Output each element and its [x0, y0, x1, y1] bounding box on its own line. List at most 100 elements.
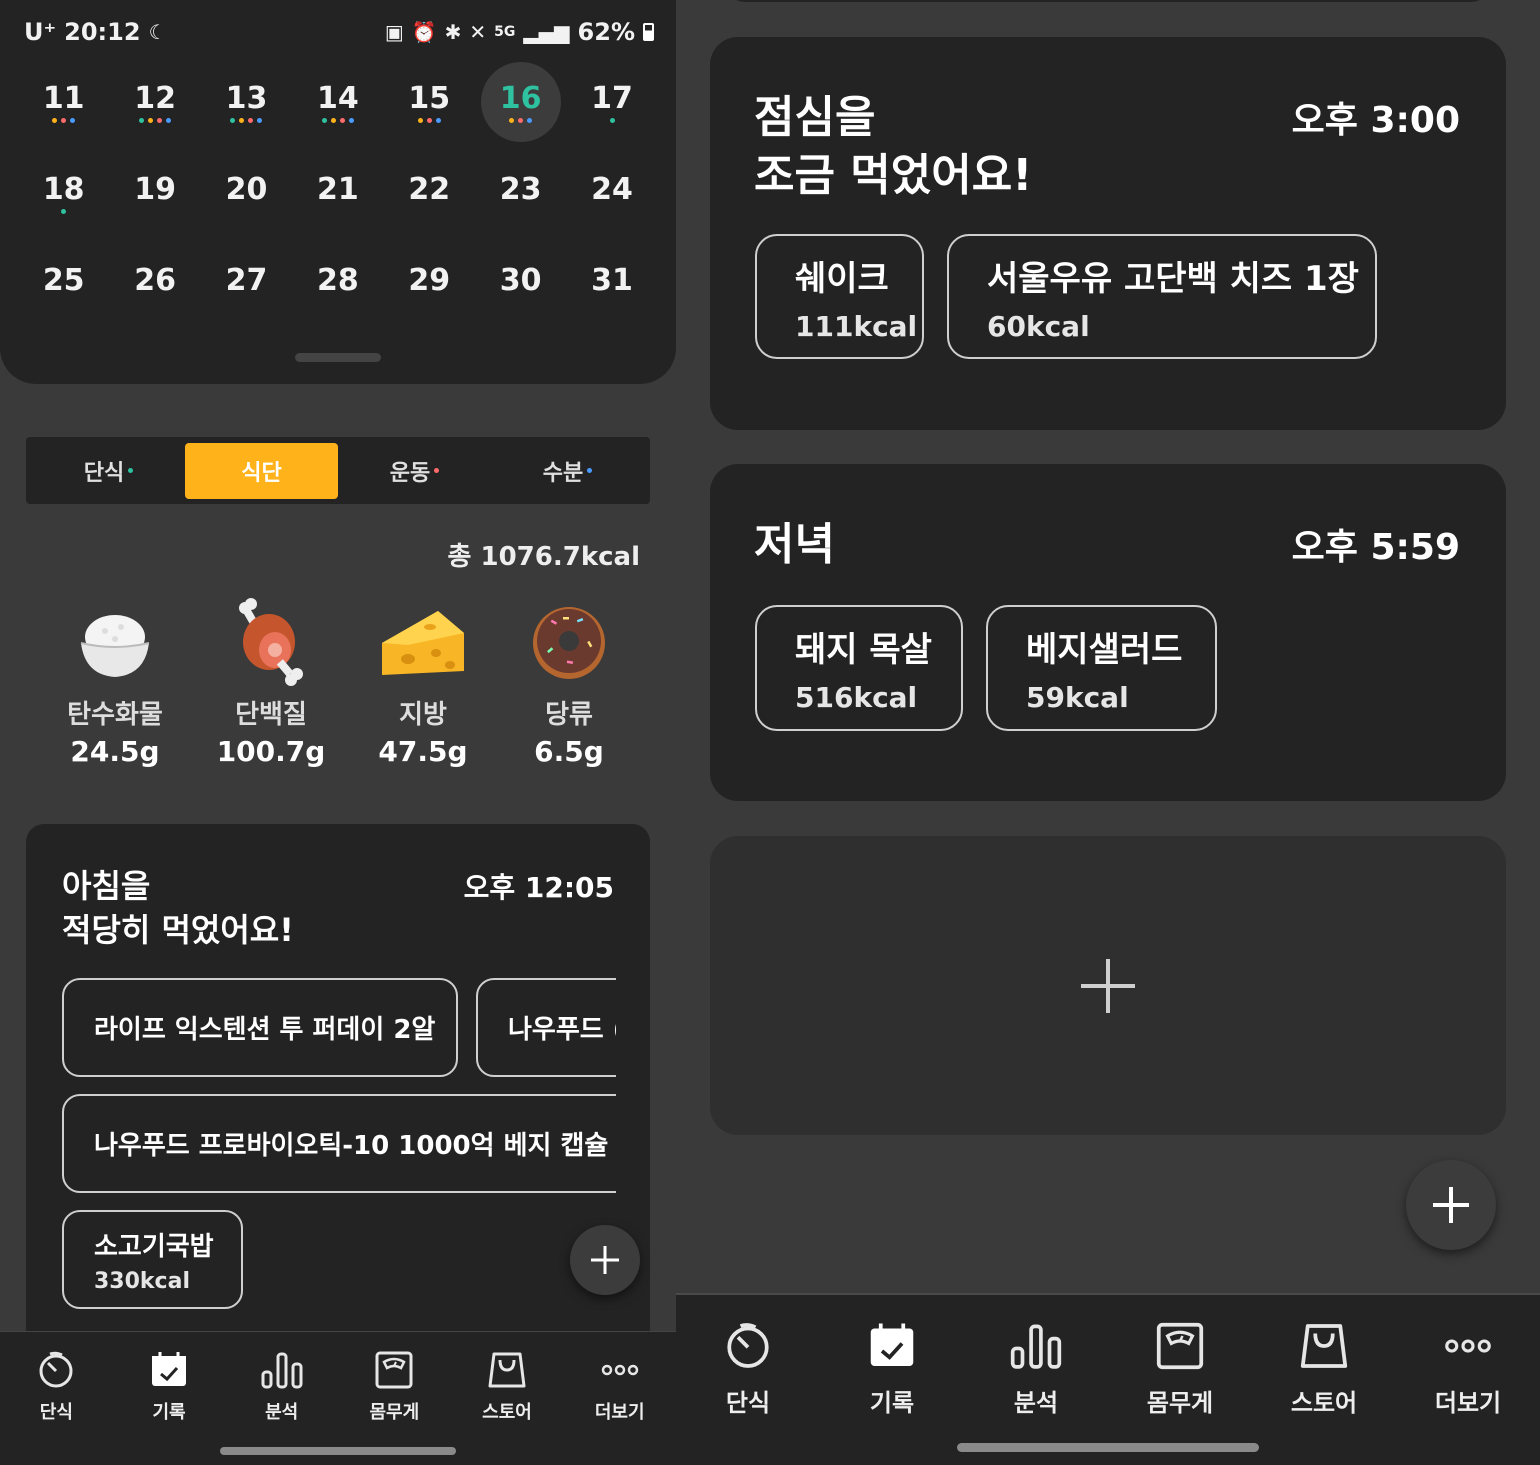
bottom-nav: 단식 기록 분석 몸무게 스토어 더보기: [0, 1331, 676, 1465]
food-chip[interactable]: 나우푸드 프로바이오틱-10 1000억 베지 캡슐 1: [62, 1094, 650, 1193]
nutrient-fat: 지방 47.5g: [348, 598, 498, 768]
tab-diet[interactable]: 식단: [185, 442, 338, 499]
shopping-bag-icon: [1300, 1324, 1348, 1368]
nutrient-carbs: 탄수화물 24.5g: [40, 598, 190, 768]
more-dots-icon: [601, 1364, 638, 1376]
status-time: 20:12: [64, 18, 141, 46]
breakfast-title: 아침을 적당히 먹었어요!: [62, 867, 294, 949]
tab-indicator-dot: [128, 468, 134, 473]
calendar-day[interactable]: 19: [109, 153, 200, 233]
home-indicator[interactable]: [957, 1443, 1259, 1452]
food-chip[interactable]: 라이프 익스텐션 투 퍼데이 2알: [62, 978, 458, 1077]
calendar-day-selected[interactable]: 16: [475, 62, 566, 142]
left-screen: U⁺ 20:12 ☾ ▣ ⏰ ✱ ✕ 5G ▂▄▆ 62% 11 12 13 1…: [0, 0, 676, 1465]
battery-icon: [643, 23, 654, 41]
tab-exercise[interactable]: 운동: [338, 443, 491, 499]
mute-icon: ✕: [469, 20, 487, 44]
nav-fasting[interactable]: 단식: [676, 1295, 820, 1418]
calendar-day[interactable]: 26: [109, 244, 200, 324]
calendar-day[interactable]: 28: [292, 244, 383, 324]
tab-water[interactable]: 수분: [491, 443, 644, 499]
calendar-day[interactable]: 14: [292, 62, 383, 142]
calendar-day[interactable]: 21: [292, 153, 383, 233]
moon-icon: ☾: [148, 20, 167, 44]
scale-icon: [375, 1351, 413, 1389]
home-indicator[interactable]: [220, 1447, 456, 1455]
calendar-drag-handle[interactable]: [295, 353, 381, 362]
calendar-day[interactable]: 24: [566, 153, 657, 233]
timer-icon: [39, 1351, 73, 1388]
cheese-icon: [348, 598, 498, 688]
dinner-title: 저녁: [754, 519, 835, 570]
lock-icon: ▣: [384, 20, 404, 44]
calendar-check-icon: [152, 1352, 186, 1386]
lunch-time: 오후 3:00: [1291, 100, 1460, 141]
category-tabs: 단식 식단 운동 수분: [26, 437, 650, 504]
lunch-card[interactable]: 점심을 조금 먹었어요! 오후 3:00 쉐이크 111kcal 서울우유 고단…: [710, 37, 1506, 430]
tab-indicator-dot: [587, 468, 593, 473]
nav-record[interactable]: 기록: [820, 1295, 964, 1418]
nav-store[interactable]: 스토어: [451, 1332, 564, 1424]
nav-more[interactable]: 더보기: [1396, 1295, 1540, 1418]
calendar-check-icon: [870, 1323, 914, 1366]
bar-chart-icon: [1010, 1324, 1062, 1369]
calendar-day[interactable]: 29: [384, 244, 475, 324]
network-type: 5G: [494, 24, 516, 40]
food-chip[interactable]: 소고기국밥 330kcal: [62, 1210, 243, 1309]
nav-more[interactable]: 더보기: [563, 1332, 676, 1424]
bar-chart-icon: [261, 1352, 303, 1389]
nav-analysis[interactable]: 분석: [225, 1332, 338, 1424]
calendar-day[interactable]: 17: [566, 62, 657, 142]
more-dots-icon: [1445, 1339, 1491, 1353]
previous-card-edge: [720, 0, 1496, 2]
calendar-day[interactable]: 13: [201, 62, 292, 142]
calendar-day[interactable]: 15: [384, 62, 475, 142]
carrier: U⁺: [24, 18, 57, 46]
total-calories: 총 1076.7kcal: [447, 542, 640, 572]
dinner-card[interactable]: 저녁 오후 5:59 돼지 목살 516kcal 베지샐러드 59kcal: [710, 464, 1506, 801]
food-chip[interactable]: 베지샐러드 59kcal: [986, 605, 1217, 731]
add-meal-button[interactable]: [1406, 1160, 1496, 1250]
nutrient-protein: 단백질 100.7g: [196, 598, 346, 768]
lunch-title: 점심을 조금 먹었어요!: [754, 92, 1033, 201]
calendar-grid: 11 12 13 14 15 16 17 18 19 20 21 22 23 2…: [18, 62, 658, 335]
calendar-day[interactable]: 22: [384, 153, 475, 233]
right-screen: 점심을 조금 먹었어요! 오후 3:00 쉐이크 111kcal 서울우유 고단…: [676, 0, 1540, 1465]
rice-bowl-icon: [40, 598, 190, 688]
nav-store[interactable]: 스토어: [1252, 1295, 1396, 1418]
food-chip[interactable]: 돼지 목살 516kcal: [755, 605, 963, 731]
breakfast-card[interactable]: 아침을 적당히 먹었어요! 오후 12:05 라이프 익스텐션 투 퍼데이 2알…: [26, 824, 650, 1384]
calendar-day[interactable]: 23: [475, 153, 566, 233]
shopping-bag-icon: [488, 1352, 526, 1388]
calendar-day[interactable]: 25: [18, 244, 109, 324]
nav-weight[interactable]: 몸무게: [338, 1332, 451, 1424]
tab-fasting[interactable]: 단식: [32, 443, 185, 499]
nav-analysis[interactable]: 분석: [964, 1295, 1108, 1418]
calendar-day[interactable]: 20: [201, 153, 292, 233]
nav-record[interactable]: 기록: [113, 1332, 226, 1424]
calendar-day[interactable]: 30: [475, 244, 566, 324]
calendar-day[interactable]: 27: [201, 244, 292, 324]
food-chip[interactable]: 쉐이크 111kcal: [755, 234, 924, 359]
calendar-week: 18 19 20 21 22 23 24: [18, 153, 658, 244]
alarm-icon: ⏰: [411, 20, 437, 44]
nutrient-summary: 탄수화물 24.5g 단백질 100.7g 지방 47.5g 당류 6.5g: [40, 598, 640, 778]
calendar-day[interactable]: 11: [18, 62, 109, 142]
tab-indicator-dot: [434, 468, 440, 473]
plus-icon: [591, 1246, 619, 1274]
add-meal-card[interactable]: [710, 836, 1506, 1135]
calendar-day[interactable]: 31: [566, 244, 657, 324]
add-meal-button[interactable]: [570, 1225, 640, 1295]
nutrient-sugar: 당류 6.5g: [494, 598, 644, 768]
plus-icon: [1433, 1187, 1469, 1223]
food-chip[interactable]: 서울우유 고단백 치즈 1장 60kcal: [947, 234, 1377, 359]
dinner-time: 오후 5:59: [1291, 527, 1460, 568]
calendar-day[interactable]: 18: [18, 153, 109, 233]
calendar-day[interactable]: 12: [109, 62, 200, 142]
nav-weight[interactable]: 몸무게: [1108, 1295, 1252, 1418]
meat-on-bone-icon: [196, 598, 346, 688]
nav-fasting[interactable]: 단식: [0, 1332, 113, 1424]
status-bar: U⁺ 20:12 ☾ ▣ ⏰ ✱ ✕ 5G ▂▄▆ 62%: [24, 14, 654, 50]
battery-percent: 62%: [577, 18, 635, 46]
breakfast-time: 오후 12:05: [463, 871, 614, 904]
